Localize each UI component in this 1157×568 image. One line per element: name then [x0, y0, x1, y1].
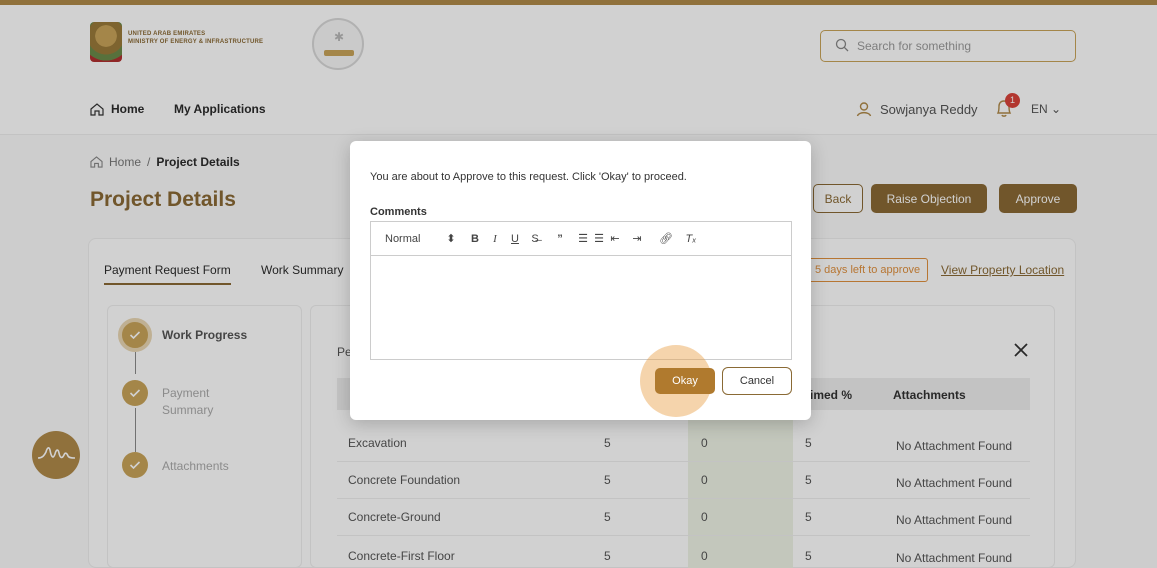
comments-label: Comments	[370, 206, 427, 218]
outdent-icon[interactable]: ⇤	[607, 232, 623, 245]
bullet-list-icon[interactable]: ☰	[591, 232, 607, 245]
strikethrough-icon[interactable]: S̶	[525, 233, 545, 245]
underline-icon[interactable]: U	[505, 233, 525, 245]
comments-textarea[interactable]	[371, 257, 791, 359]
ordered-list-icon[interactable]: ☰	[575, 232, 591, 245]
italic-icon[interactable]: I	[485, 233, 505, 245]
link-icon[interactable]: 🔗︎	[651, 232, 681, 245]
clear-format-icon[interactable]: Tₓ	[681, 233, 701, 245]
okay-button[interactable]: Okay	[655, 368, 715, 394]
editor-toolbar: Normal ⬍ B I U S̶ ” ☰ ☰ ⇤ ⇥ 🔗︎ Tₓ	[371, 222, 791, 256]
bold-icon[interactable]: B	[465, 233, 485, 245]
cancel-button[interactable]: Cancel	[722, 367, 792, 395]
modal-message: You are about to Approve to this request…	[370, 171, 687, 183]
blockquote-icon[interactable]: ”	[545, 233, 575, 245]
format-select[interactable]: Normal	[385, 233, 437, 245]
comments-editor: Normal ⬍ B I U S̶ ” ☰ ☰ ⇤ ⇥ 🔗︎ Tₓ	[370, 221, 792, 360]
indent-icon[interactable]: ⇥	[623, 232, 651, 245]
format-select-arrows-icon[interactable]: ⬍	[437, 232, 465, 245]
